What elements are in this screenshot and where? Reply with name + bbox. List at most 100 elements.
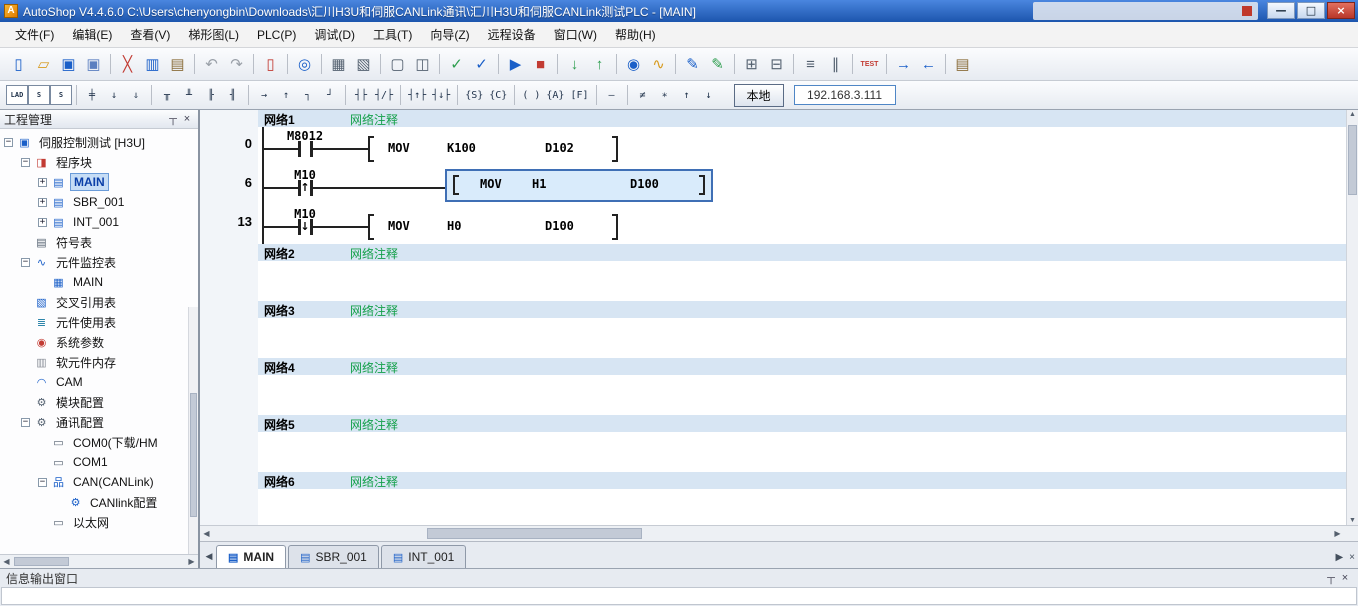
reset-instruction-button[interactable]: {C} (486, 85, 510, 105)
selected-instruction-box[interactable]: MOV H1 D100 (445, 169, 713, 202)
new-window-button[interactable]: ▢ (385, 52, 410, 77)
scroll-left-arrow[interactable]: ◀ (200, 529, 213, 538)
menu-item[interactable]: 向导(Z) (421, 22, 478, 47)
menu-item[interactable]: 工具(T) (364, 22, 421, 47)
network-comment[interactable]: 网络注释 (350, 473, 398, 490)
close-panel-icon[interactable]: × (1338, 572, 1352, 584)
local-connection-button[interactable]: 本地 (733, 83, 784, 107)
align-horizontal-button[interactable]: ≡ (798, 52, 823, 77)
close-button[interactable]: × (1327, 2, 1355, 19)
help-manual-button[interactable]: ▤ (950, 52, 975, 77)
tree-expander[interactable]: − (38, 477, 47, 487)
scroll-left-arrow[interactable]: ◀ (0, 557, 13, 566)
plc-ip-field[interactable]: 192.168.3.111 (793, 85, 896, 105)
contact-operand-label[interactable]: M10 (274, 168, 336, 182)
lad-mode-button[interactable]: LAD (6, 85, 28, 105)
tree-item[interactable]: +≣元件使用表 (0, 312, 198, 332)
move-down-button[interactable]: ↓ (698, 85, 720, 105)
paste-button[interactable]: ▤ (165, 52, 190, 77)
tree-item-selected[interactable]: + ▤ MAIN (0, 172, 198, 192)
line-up-button[interactable]: ↑ (275, 85, 297, 105)
tile-windows-button[interactable]: ◫ (410, 52, 435, 77)
menu-item[interactable]: 帮助(H) (606, 22, 665, 47)
tree-expander[interactable]: + (38, 197, 47, 207)
monitor-button[interactable]: ◉ (621, 52, 646, 77)
cut-button[interactable]: ╳ (115, 52, 140, 77)
network-comment[interactable]: 网络注释 (350, 111, 398, 128)
swap-columns-button[interactable]: ⊟ (764, 52, 789, 77)
tree-item[interactable]: +▭以太网 (0, 512, 198, 532)
swap-rows-button[interactable]: ⊞ (739, 52, 764, 77)
move-up-button[interactable]: ↑ (676, 85, 698, 105)
new-project-button[interactable]: ▯ (6, 52, 31, 77)
stop-button[interactable]: ■ (528, 52, 553, 77)
application-instruction-button[interactable]: {A} (543, 85, 567, 105)
falling-edge-contact-button[interactable]: ┤↓├ (429, 85, 453, 105)
tab-int_001[interactable]: ▤ INT_001 (380, 545, 467, 568)
compare-not-equal-button[interactable]: ≠ (632, 85, 654, 105)
network-comment[interactable]: 网络注释 (350, 302, 398, 319)
tree-item[interactable]: + ▤ INT_001 (0, 212, 198, 232)
test-device-button[interactable]: TEST (857, 52, 882, 77)
line-right-button[interactable]: → (253, 85, 275, 105)
insert-cell-button[interactable]: ╟ (200, 85, 222, 105)
insert-down-multi-button[interactable]: ⇓ (125, 85, 147, 105)
write-button[interactable]: ✎ (680, 52, 705, 77)
verify-button[interactable]: ✎ (705, 52, 730, 77)
menu-item[interactable]: 编辑(E) (63, 22, 121, 47)
tab-scroll-left[interactable]: ◀ (202, 551, 216, 568)
tree-expander[interactable]: − (21, 157, 30, 167)
undo-button[interactable]: ↶ (199, 52, 224, 77)
edit-cursor-button[interactable]: ╪ (81, 85, 103, 105)
tree-expander[interactable]: − (4, 137, 13, 147)
delete-button[interactable]: ▯ (258, 52, 283, 77)
tree-item[interactable]: − 品 CAN(CANLink) (0, 472, 198, 492)
menu-item[interactable]: 远程设备 (479, 22, 545, 47)
insert-down-button[interactable]: ↓ (103, 85, 125, 105)
tab-scroll-right[interactable]: ▶ (1335, 552, 1343, 563)
open-contact-button[interactable]: ┤├ (350, 85, 372, 105)
tree-item[interactable]: +▥软元件内存 (0, 352, 198, 372)
set-instruction-button[interactable]: {S} (462, 85, 486, 105)
rising-edge-contact-button[interactable]: ┤↑├ (405, 85, 429, 105)
tree-item[interactable]: +▦MAIN (0, 272, 198, 292)
scrollbar-thumb[interactable] (427, 528, 642, 539)
delete-vertical-line-button[interactable]: ∗ (654, 85, 676, 105)
tree-item[interactable]: − ◨ 程序块 (0, 152, 198, 172)
tree-item[interactable]: +⚙模块配置 (0, 392, 198, 412)
redo-button[interactable]: ↷ (224, 52, 249, 77)
menu-item[interactable]: 梯形图(L) (179, 22, 248, 47)
menu-item[interactable]: 查看(V) (121, 22, 179, 47)
network-comment[interactable]: 网络注释 (350, 416, 398, 433)
maximize-button[interactable]: □ (1297, 2, 1325, 19)
tree-item[interactable]: +◉系统参数 (0, 332, 198, 352)
close-panel-icon[interactable]: × (180, 113, 194, 125)
closed-contact-button[interactable]: ┤/├ (372, 85, 396, 105)
find-button[interactable]: ◎ (292, 52, 317, 77)
jump-back-button[interactable]: ← (916, 52, 941, 77)
download-to-plc-button[interactable]: ↓ (562, 52, 587, 77)
tree-expander[interactable]: − (21, 257, 30, 267)
tree-expander[interactable]: + (38, 177, 47, 187)
scrollbar-thumb[interactable] (14, 557, 69, 566)
sfc-step-alt-button[interactable]: S (50, 85, 72, 105)
function-instruction-button[interactable]: [F] (567, 85, 591, 105)
tree-item[interactable]: +▧交叉引用表 (0, 292, 198, 312)
run-button[interactable]: ▶ (503, 52, 528, 77)
menu-item[interactable]: 文件(F) (6, 22, 63, 47)
line-corner-down-button[interactable]: ┐ (297, 85, 319, 105)
tree-vertical-scrollbar[interactable] (188, 307, 198, 554)
network-comment[interactable]: 网络注释 (350, 359, 398, 376)
contact-operand-label[interactable]: M8012 (274, 129, 336, 143)
pin-icon[interactable]: ┬ (1324, 572, 1338, 584)
tab-sbr_001[interactable]: ▤ SBR_001 (288, 545, 379, 568)
tree-item[interactable]: − ⚙ 通讯配置 (0, 412, 198, 432)
scroll-right-arrow[interactable]: ▶ (1331, 529, 1344, 538)
scrollbar-thumb[interactable] (1348, 125, 1357, 195)
delete-cell-button[interactable]: ╢ (222, 85, 244, 105)
scrollbar-thumb[interactable] (190, 393, 197, 517)
delete-row-button[interactable]: ╨ (178, 85, 200, 105)
copy-button[interactable]: ▥ (140, 52, 165, 77)
print-preview-button[interactable]: ▧ (351, 52, 376, 77)
tree-item[interactable]: − ▣ 伺服控制测试 [H3U] (0, 132, 198, 152)
